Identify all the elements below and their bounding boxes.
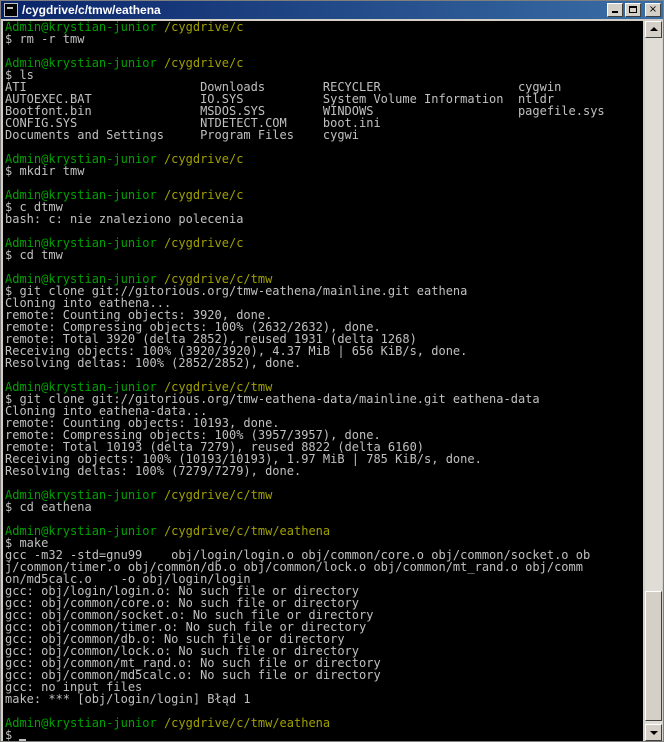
- prompt-path: /cygdrive/c/tmw/eathena: [163, 524, 331, 538]
- input-prompt: $: [5, 728, 20, 741]
- terminal-app-icon[interactable]: [4, 3, 18, 17]
- output-line: Documents and Settings Program Files cyg…: [5, 129, 643, 141]
- scroll-down-button[interactable]: [645, 724, 662, 741]
- output-text: Resolving deltas: 100% (2852/2852), done…: [5, 356, 302, 370]
- terminal-window: /cygdrive/c/tmw/eathena × Admin@krystian…: [0, 0, 664, 742]
- window-controls: ×: [607, 3, 661, 17]
- command-line: $ cd eathena: [5, 501, 643, 513]
- prompt-path: /cygdrive/c: [163, 188, 244, 202]
- close-icon: ×: [648, 4, 658, 15]
- prompt-path: /cygdrive/c: [163, 236, 244, 250]
- command-line: $ rm -r tmw: [5, 33, 643, 45]
- maximize-button[interactable]: [625, 3, 641, 17]
- prompt-line: Admin@krystian-junior /cygdrive/c: [5, 153, 643, 165]
- prompt-line: Admin@krystian-junior /cygdrive/c/tmw/ea…: [5, 717, 643, 729]
- prompt-path: /cygdrive/c: [163, 152, 244, 166]
- terminal-output-area[interactable]: Admin@krystian-junior /cygdrive/c $ rm -r…: [3, 21, 643, 741]
- close-button[interactable]: ×: [645, 3, 661, 17]
- prompt-line: Admin@krystian-junior /cygdrive/c/tmw/ea…: [5, 525, 643, 537]
- prompt-user: Admin@krystian-junior: [5, 716, 157, 730]
- terminal-content: Admin@krystian-junior /cygdrive/c $ rm -r…: [3, 21, 643, 741]
- prompt-line: Admin@krystian-junior /cygdrive/c: [5, 237, 643, 249]
- command-text: $ rm -r tmw: [5, 32, 85, 46]
- prompt-line: Admin@krystian-junior /cygdrive/c: [5, 57, 643, 69]
- vertical-scrollbar[interactable]: [645, 21, 662, 741]
- output-text: bash: c: nie znaleziono polecenia: [5, 212, 244, 226]
- command-text: $ mkdir tmw: [5, 164, 85, 178]
- command-text: $ cd tmw: [5, 248, 63, 262]
- output-text: Resolving deltas: 100% (7279/7279), done…: [5, 464, 302, 478]
- input-line: $: [5, 729, 643, 741]
- minimize-button[interactable]: [607, 3, 623, 17]
- scrollbar-thumb[interactable]: [645, 591, 662, 721]
- command-text: $ cd eathena: [5, 500, 92, 514]
- prompt-path: /cygdrive/c: [163, 56, 244, 70]
- prompt-path: /cygdrive/c: [163, 21, 244, 34]
- prompt-line: Admin@krystian-junior /cygdrive/c: [5, 189, 643, 201]
- prompt-path: /cygdrive/c/tmw: [163, 488, 273, 502]
- prompt-path: /cygdrive/c/tmw/eathena: [163, 716, 331, 730]
- output-line: make: *** [obj/login/login] Błąd 1: [5, 693, 643, 705]
- arrow-up-icon: [650, 27, 658, 31]
- window-title: /cygdrive/c/tmw/eathena: [22, 3, 161, 17]
- command-line: $ mkdir tmw: [5, 165, 643, 177]
- output-text: make: *** [obj/login/login] Błąd 1: [5, 692, 251, 706]
- prompt-line: Admin@krystian-junior /cygdrive/c/tmw: [5, 489, 643, 501]
- output-line: Resolving deltas: 100% (2852/2852), done…: [5, 357, 643, 369]
- text-cursor: [19, 739, 27, 741]
- command-line: $ cd tmw: [5, 249, 643, 261]
- prompt-line: Admin@krystian-junior /cygdrive/c: [5, 21, 643, 33]
- arrow-down-icon: [650, 731, 658, 735]
- title-bar[interactable]: /cygdrive/c/tmw/eathena ×: [1, 1, 663, 19]
- minimize-icon: [612, 11, 618, 13]
- output-line: bash: c: nie znaleziono polecenia: [5, 213, 643, 225]
- scroll-up-button[interactable]: [645, 21, 662, 38]
- output-line: Resolving deltas: 100% (7279/7279), done…: [5, 465, 643, 477]
- output-text: Documents and Settings Program Files cyg…: [5, 128, 360, 142]
- maximize-icon: [629, 6, 637, 13]
